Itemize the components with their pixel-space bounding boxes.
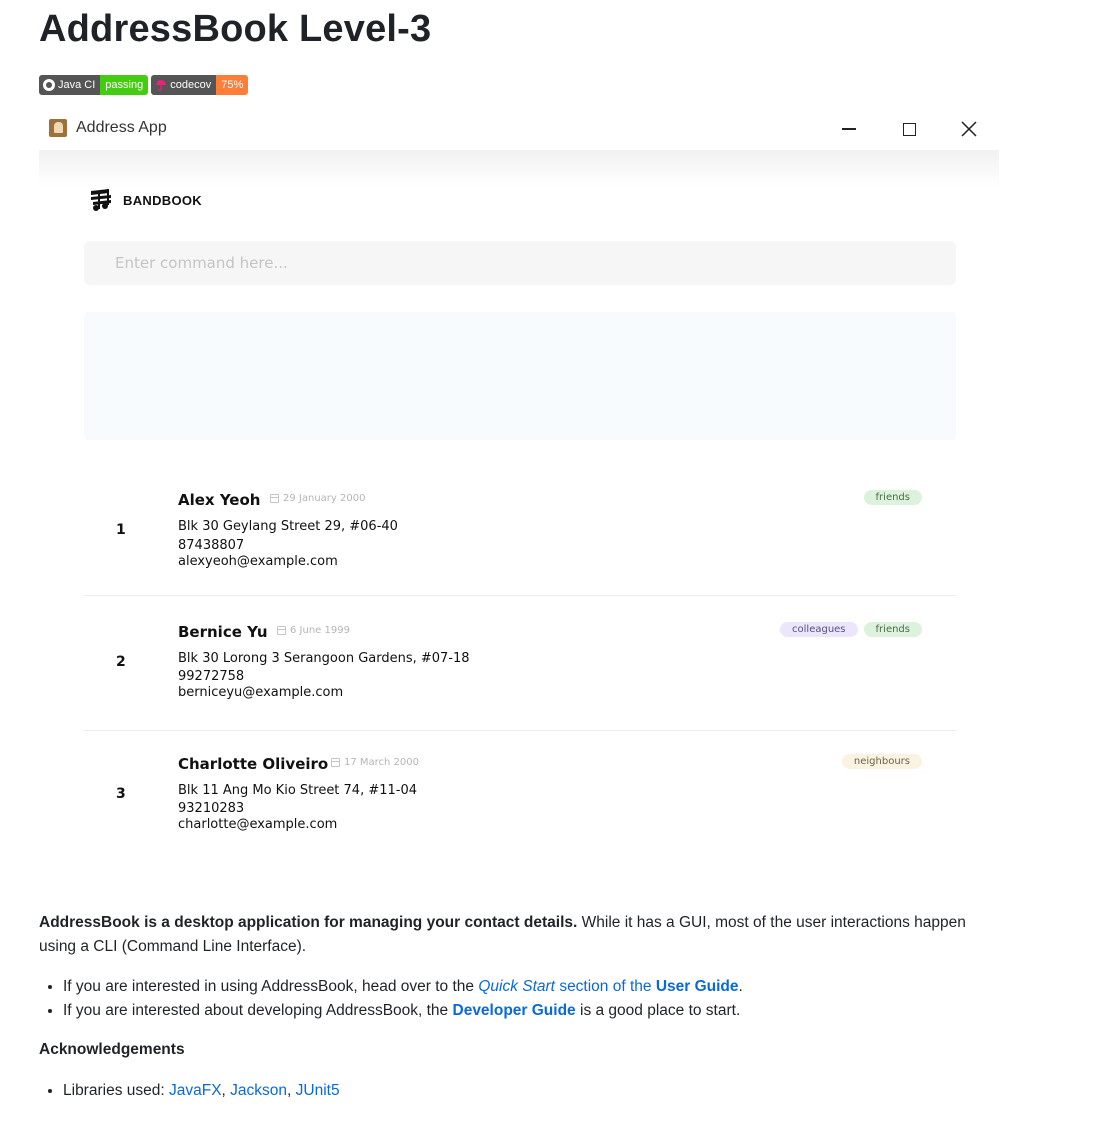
person-birthday: 17 March 2000 <box>331 757 419 768</box>
intro-paragraph: AddressBook is a desktop application for… <box>39 911 999 959</box>
libraries-list: Libraries used: JavaFX, Jackson, JUnit5 <box>39 1079 340 1103</box>
tag-neighbours: neighbours <box>841 754 922 769</box>
link-italic: Quick Start <box>478 978 555 995</box>
tag-list: neighbours <box>841 754 922 769</box>
acknowledgements-heading: Acknowledgements <box>39 1041 185 1058</box>
tag-friends: friends <box>863 490 922 505</box>
codecov-badge[interactable]: codecov 75% <box>151 75 249 95</box>
tag-list: friends <box>863 490 922 505</box>
badge-status: 75% <box>216 75 249 95</box>
calendar-icon <box>270 494 279 503</box>
person-card[interactable]: 3 Charlotte Oliveiro 17 March 2000 Blk 1… <box>84 731 956 866</box>
bullet-post: is a good place to start. <box>580 1002 741 1019</box>
menu-bar-shadow <box>39 150 999 186</box>
address-book-icon <box>49 119 67 137</box>
close-button[interactable] <box>956 116 982 142</box>
link-mid: section of the <box>559 978 652 995</box>
birthday-text: 29 January 2000 <box>283 493 366 504</box>
person-address: Blk 30 Geylang Street 29, #06-40 <box>178 519 398 534</box>
person-address: Blk 11 Ang Mo Kio Street 74, #11-04 <box>178 783 418 798</box>
person-phone: 87438807 <box>178 538 245 553</box>
page-title: AddressBook Level-3 <box>39 8 432 50</box>
bullet-text: If you are interested in using AddressBo… <box>63 978 475 995</box>
person-name: Alex Yeoh <box>178 491 261 509</box>
window-titlebar: Address App <box>49 119 167 137</box>
brand-name: BANDBOOK <box>123 192 202 208</box>
person-phone: 99272758 <box>178 669 245 684</box>
person-birthday: 29 January 2000 <box>270 493 365 504</box>
badge-status: passing <box>100 75 149 95</box>
guide-list: If you are interested in using AddressBo… <box>39 975 743 1023</box>
quick-start-link[interactable]: Quick Start section of the User Guide <box>478 978 738 995</box>
person-name: Bernice Yu <box>178 623 268 641</box>
developer-guide-link[interactable]: Developer Guide <box>453 1002 576 1019</box>
calendar-icon <box>277 626 286 635</box>
music-notes-icon <box>91 189 111 211</box>
badge-label: Java CI <box>58 79 96 91</box>
birthday-text: 17 March 2000 <box>344 757 420 768</box>
libraries-label: Libraries used: <box>63 1082 165 1099</box>
bullet-post: . <box>738 978 743 995</box>
person-card[interactable]: 2 Bernice Yu 6 June 1999 Blk 30 Lorong 3… <box>84 596 956 731</box>
birthday-text: 6 June 1999 <box>290 625 350 636</box>
person-email: alexyeoh@example.com <box>178 554 338 569</box>
close-icon <box>961 121 977 137</box>
maximize-icon <box>902 122 916 136</box>
person-name: Charlotte Oliveiro <box>178 755 329 773</box>
minimize-icon <box>842 128 856 130</box>
list-item: If you are interested in using AddressBo… <box>63 975 743 999</box>
bullet-text: If you are interested about developing A… <box>63 1002 449 1019</box>
minimize-button[interactable] <box>836 116 862 142</box>
person-birthday: 6 June 1999 <box>277 625 350 636</box>
tag-list: colleagues friends <box>780 622 922 637</box>
window-title: Address App <box>76 119 167 136</box>
tag-colleagues: colleagues <box>780 622 858 637</box>
list-item: Libraries used: JavaFX, Jackson, JUnit5 <box>63 1079 340 1103</box>
result-display <box>84 312 956 440</box>
calendar-icon <box>331 758 340 767</box>
person-address: Blk 30 Lorong 3 Serangoon Gardens, #07-1… <box>178 651 470 666</box>
person-email: charlotte@example.com <box>178 817 338 832</box>
intro-bold: AddressBook is a desktop application for… <box>39 914 578 931</box>
jackson-link[interactable]: Jackson <box>230 1082 287 1099</box>
person-card[interactable]: 1 Alex Yeoh 29 January 2000 Blk 30 Geyla… <box>84 461 956 596</box>
javafx-link[interactable]: JavaFX <box>169 1082 222 1099</box>
list-item: If you are interested about developing A… <box>63 999 743 1023</box>
junit5-link[interactable]: JUnit5 <box>296 1082 340 1099</box>
person-index: 1 <box>116 522 126 538</box>
person-email: berniceyu@example.com <box>178 685 344 700</box>
command-input[interactable] <box>84 241 956 285</box>
java-ci-badge[interactable]: Java CI passing <box>39 75 149 95</box>
maximize-button[interactable] <box>896 116 922 142</box>
umbrella-icon <box>156 80 167 91</box>
github-icon <box>43 79 55 91</box>
badge-label: codecov <box>170 79 212 91</box>
badges: Java CI passing codecov 75% <box>39 75 249 95</box>
person-phone: 93210283 <box>178 801 245 816</box>
person-index: 3 <box>116 786 126 802</box>
brand: BANDBOOK <box>89 188 202 212</box>
link-bold: User Guide <box>655 978 739 995</box>
person-index: 2 <box>116 654 126 670</box>
tag-friends: friends <box>863 622 922 637</box>
